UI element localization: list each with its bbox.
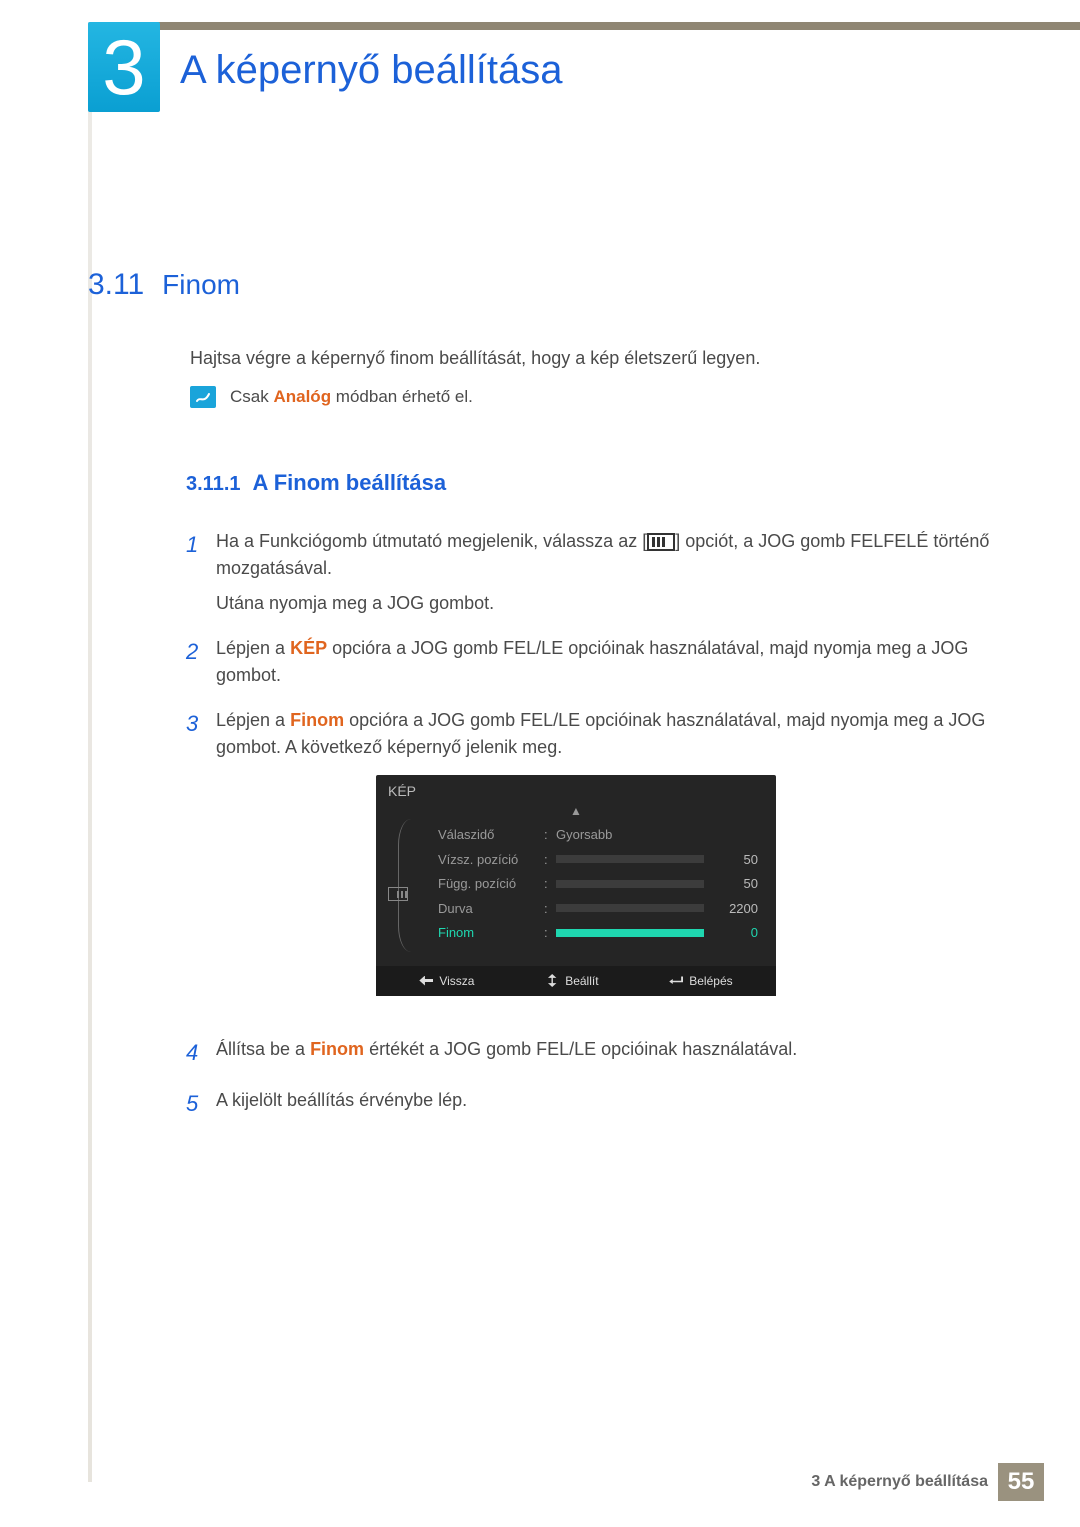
osd-colon: :: [544, 899, 556, 919]
step-text-a: Lépjen a: [216, 710, 290, 730]
osd-colon: :: [544, 850, 556, 870]
step-number: 3: [186, 707, 216, 1018]
osd-row: Vízsz. pozíció : 50: [438, 850, 758, 870]
osd-menu-icon: [388, 887, 408, 901]
osd-value: 0: [714, 923, 758, 943]
steps-list: 1 Ha a Funkciógomb útmutató megjelenik, …: [186, 528, 990, 1138]
osd-footer-label: Vissza: [439, 972, 474, 990]
step-subtext: Utána nyomja meg a JOG gombot.: [216, 590, 990, 617]
osd-value: 2200: [714, 899, 758, 919]
note-highlight: Analóg: [273, 387, 331, 406]
osd-value: 50: [714, 874, 758, 894]
subsection-number: 3.11.1: [186, 473, 241, 496]
menu-icon: [647, 533, 675, 551]
section-number: 3.11: [88, 268, 144, 302]
osd-value: 50: [714, 850, 758, 870]
updown-arrow-icon: [545, 974, 559, 987]
osd-slider: [556, 904, 704, 912]
osd-curve-decoration: [398, 819, 424, 952]
step-text-a: Lépjen a: [216, 638, 290, 658]
osd-footer-label: Beállít: [565, 972, 598, 990]
highlight: KÉP: [290, 638, 327, 658]
osd-body: Válaszidő : Gyorsabb Vízsz. pozíció : 50…: [376, 825, 776, 966]
step-4: 4 Állítsa be a Finom értékét a JOG gomb …: [186, 1036, 990, 1069]
note-row: Csak Analóg módban érhető el.: [190, 386, 473, 408]
footer-chapter-label: 3 A képernyő beállítása: [811, 1473, 988, 1491]
note-icon: [190, 386, 216, 408]
step-number: 4: [186, 1036, 216, 1069]
page-footer: 3 A képernyő beállítása 55: [811, 1463, 1044, 1501]
osd-footer-label: Belépés: [689, 972, 732, 990]
osd-row: Durva : 2200: [438, 899, 758, 919]
step-body: Lépjen a Finom opcióra a JOG gomb FEL/LE…: [216, 707, 990, 1018]
osd-back-hint: Vissza: [419, 972, 474, 990]
step-body: Ha a Funkciógomb útmutató megjelenik, vá…: [216, 528, 990, 617]
osd-slider: [556, 880, 704, 888]
chapter-number: 3: [102, 22, 145, 113]
step-text-b: értékét a JOG gomb FEL/LE opcióinak hasz…: [364, 1039, 797, 1059]
subsection-title: A Finom beállítása: [253, 470, 447, 496]
intro-text: Hajtsa végre a képernyő finom beállításá…: [190, 345, 990, 372]
enter-arrow-icon: [669, 976, 683, 986]
header-bar: [88, 22, 1080, 30]
osd-label: Vízsz. pozíció: [438, 850, 544, 870]
highlight: Finom: [290, 710, 344, 730]
back-arrow-icon: [419, 976, 433, 986]
osd-title: KÉP: [376, 775, 776, 806]
step-number: 5: [186, 1087, 216, 1120]
step-text-b: opcióra a JOG gomb FEL/LE opcióinak hasz…: [216, 638, 968, 685]
chapter-number-badge: 3: [88, 22, 160, 112]
osd-row-active: Finom : 0: [438, 923, 758, 943]
osd-colon: :: [544, 874, 556, 894]
subsection-heading: 3.11.1 A Finom beállítása: [186, 470, 446, 496]
osd-screenshot: KÉP ▲ Válaszidő : Gyorsabb Vízsz. pozíci…: [376, 775, 776, 996]
section-title: Finom: [162, 269, 240, 301]
section-heading: 3.11 Finom: [88, 268, 240, 302]
step-text-a: Állítsa be a: [216, 1039, 310, 1059]
osd-value-text: Gyorsabb: [556, 825, 612, 845]
step-body: Állítsa be a Finom értékét a JOG gomb FE…: [216, 1036, 990, 1069]
osd-row: Válaszidő : Gyorsabb: [438, 825, 758, 845]
osd-colon: :: [544, 923, 556, 943]
osd-footer: Vissza Beállít Belépés: [376, 966, 776, 996]
left-margin-line: [88, 22, 92, 1482]
step-number: 1: [186, 528, 216, 617]
osd-slider: [556, 855, 704, 863]
step-body: Lépjen a KÉP opcióra a JOG gomb FEL/LE o…: [216, 635, 990, 689]
step-body: A kijelölt beállítás érvénybe lép.: [216, 1087, 990, 1120]
osd-up-arrow-icon: ▲: [376, 806, 776, 820]
highlight: Finom: [310, 1039, 364, 1059]
step-2: 2 Lépjen a KÉP opcióra a JOG gomb FEL/LE…: [186, 635, 990, 689]
step-1: 1 Ha a Funkciógomb útmutató megjelenik, …: [186, 528, 990, 617]
step-text-a: Ha a Funkciógomb útmutató megjelenik, vá…: [216, 531, 647, 551]
chapter-title: A képernyő beállítása: [180, 48, 562, 93]
osd-row: Függ. pozíció : 50: [438, 874, 758, 894]
osd-label: Válaszidő: [438, 825, 544, 845]
page-number: 55: [998, 1463, 1044, 1501]
osd-enter-hint: Belépés: [669, 972, 732, 990]
osd-label: Függ. pozíció: [438, 874, 544, 894]
osd-label: Durva: [438, 899, 544, 919]
osd-label: Finom: [438, 923, 544, 943]
note-suffix: módban érhető el.: [331, 387, 473, 406]
step-number: 2: [186, 635, 216, 689]
osd-adjust-hint: Beállít: [545, 972, 598, 990]
note-text: Csak Analóg módban érhető el.: [230, 387, 473, 407]
step-5: 5 A kijelölt beállítás érvénybe lép.: [186, 1087, 990, 1120]
osd-colon: :: [544, 825, 556, 845]
osd-slider-active: [556, 929, 704, 937]
note-prefix: Csak: [230, 387, 273, 406]
step-3: 3 Lépjen a Finom opcióra a JOG gomb FEL/…: [186, 707, 990, 1018]
